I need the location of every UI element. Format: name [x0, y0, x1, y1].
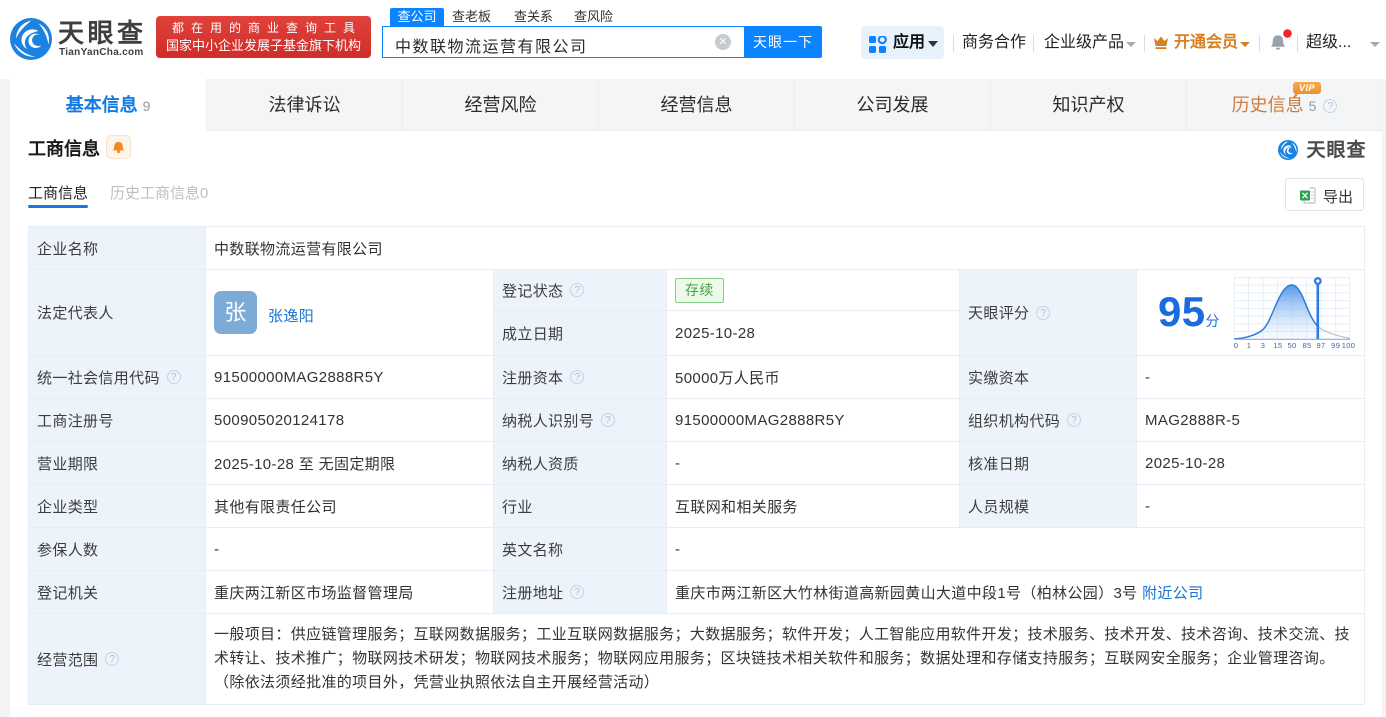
svg-text:0: 0: [1234, 341, 1238, 350]
svg-text:50: 50: [1287, 341, 1296, 350]
svg-text:15: 15: [1273, 341, 1282, 350]
svg-text:99: 99: [1331, 341, 1340, 350]
svg-text:97: 97: [1316, 341, 1325, 350]
svg-text:1: 1: [1247, 341, 1252, 350]
svg-text:85: 85: [1302, 341, 1311, 350]
svg-text:100: 100: [1342, 341, 1356, 350]
svg-text:3: 3: [1261, 341, 1266, 350]
